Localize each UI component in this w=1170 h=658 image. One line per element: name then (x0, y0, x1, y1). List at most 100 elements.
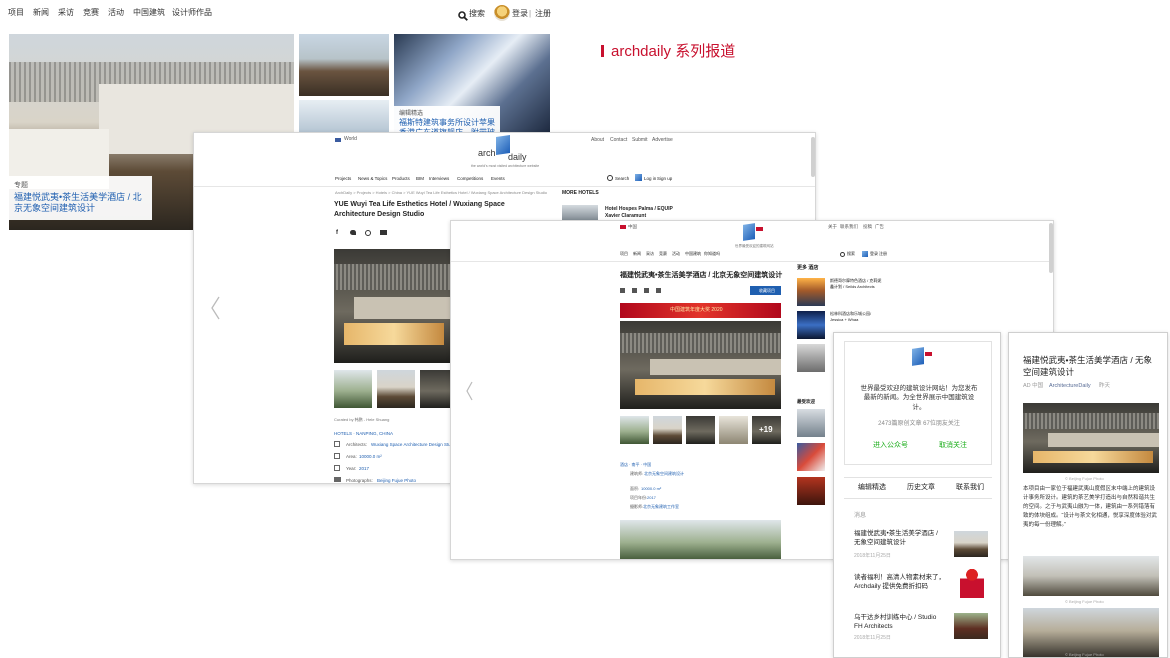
register-link[interactable]: 注册 (535, 9, 551, 18)
cn-thumb-4[interactable] (719, 416, 748, 444)
nav-bim[interactable]: BIM (416, 176, 424, 181)
nav-item-designer-works[interactable]: 设计师作品 (172, 8, 212, 17)
cn-thumb-1[interactable] (620, 416, 649, 444)
wechat-logo[interactable] (912, 347, 934, 368)
cn-rec-thumb-1[interactable] (797, 409, 825, 437)
cn-print-icon[interactable] (632, 288, 637, 293)
nav-projects[interactable]: Projects (335, 176, 351, 181)
cn-bookmark-icon[interactable] (644, 288, 649, 293)
nav-item-competitions[interactable]: 竞赛 (83, 8, 99, 17)
en-signup-link[interactable]: Sign up (657, 176, 672, 181)
message-item-1[interactable]: 福建悦武夷•茶生活美学酒店 / 无象空间建筑设计 2018年11月25日 (854, 529, 994, 565)
top-link-advertise[interactable]: Advertise (652, 137, 673, 144)
cn-top-link-contact[interactable]: 联系我们 (840, 224, 858, 229)
tab-history[interactable]: 历史文章 (907, 484, 935, 492)
nav-products[interactable]: Products (392, 176, 410, 181)
pinterest-icon[interactable] (365, 230, 371, 236)
facebook-icon[interactable]: f (336, 230, 338, 236)
cn-signup-link[interactable]: 注册 (879, 251, 887, 257)
region-label[interactable]: World (344, 136, 357, 143)
message-item-2[interactable]: 读者福利！高清人物素材来了，Archdaily 提供免费折扣码 (854, 569, 994, 607)
avatar[interactable] (494, 5, 510, 21)
top-link-contact[interactable]: Contact (610, 137, 627, 144)
nav-item-events[interactable]: 活动 (108, 8, 124, 17)
cn-thumb-2[interactable] (653, 416, 682, 444)
nav-interviews[interactable]: Interviews (429, 176, 449, 181)
cn-more-item-2[interactable]: 松林科酒店和乐城公园/ Jessica + Whaa (830, 311, 882, 322)
nav-competitions[interactable]: Competitions (457, 176, 483, 181)
cn-nav-china[interactable]: 中国建筑 (685, 251, 701, 257)
tab-editor-picks[interactable]: 编辑精选 (858, 484, 886, 492)
cn-grid-icon[interactable] (620, 288, 625, 293)
nav-item-china[interactable]: 中国建筑 (133, 8, 165, 17)
en-more-item[interactable]: Hotel Hospes Palma / EQUIP Xavier Claram… (605, 206, 680, 220)
login-link[interactable]: 登录 (512, 9, 528, 18)
cn-nav-interviews[interactable]: 采访 (646, 251, 654, 257)
en-prev-arrow-icon[interactable] (210, 296, 220, 320)
en-login-link[interactable]: Log in (644, 176, 656, 181)
cn-location[interactable]: 酒店 · 南平 · 中国 (620, 462, 651, 468)
cn-second-image[interactable] (620, 520, 781, 559)
unfollow-button[interactable]: 取消关注 (939, 442, 967, 450)
archdaily-logo[interactable]: arch daily (478, 135, 538, 166)
nav-item-interviews[interactable]: 采访 (58, 8, 74, 17)
spec-architects-value[interactable]: Wuxiang Space Architecture Design Studio (371, 442, 457, 447)
search-link[interactable]: 搜索 (469, 9, 485, 18)
spec-year-value[interactable]: 2017 (359, 466, 369, 471)
cn-rec-thumb-2[interactable] (797, 443, 825, 471)
en-thumb-1[interactable] (334, 370, 372, 408)
cn-login-icon[interactable] (862, 251, 868, 257)
cn-nav-competitions[interactable]: 竞赛 (659, 251, 667, 257)
thumb-image-2[interactable] (299, 100, 389, 132)
top-link-submit[interactable]: Submit (632, 137, 648, 144)
cn-search-link[interactable]: 搜索 (847, 251, 855, 257)
article-image-2[interactable] (1023, 556, 1159, 596)
cn-top-link-ads[interactable]: 广告 (875, 224, 884, 229)
mail-icon[interactable] (380, 230, 387, 235)
cn-share-icon[interactable] (656, 288, 661, 293)
cn-award-banner[interactable]: 中国建筑年度大奖 2020 (620, 303, 781, 318)
nav-item-news[interactable]: 新闻 (33, 8, 49, 17)
top-link-about[interactable]: About (591, 137, 604, 144)
cn-nav-news[interactable]: 新闻 (633, 251, 641, 257)
twitter-icon[interactable] (350, 230, 356, 235)
nav-news-topics[interactable]: News & Topics (358, 176, 387, 181)
tab-contact[interactable]: 联系我们 (956, 484, 984, 492)
en-breadcrumb[interactable]: ArchDaily > Projects > Hotels > China > … (335, 190, 547, 196)
cn-search-icon[interactable] (840, 252, 845, 257)
spec-area-value[interactable]: 10000.0 m² (359, 454, 382, 459)
en-thumb-3[interactable] (420, 370, 452, 408)
cn-spec-photo-value[interactable]: 北京无象建筑工作室 (643, 504, 679, 510)
cn-thumb-more[interactable]: +19 (752, 416, 781, 444)
cn-thumb-3[interactable] (686, 416, 715, 444)
cn-logo[interactable] (743, 223, 765, 242)
search-icon[interactable] (458, 8, 468, 21)
cn-spec-area-value[interactable]: 10000.0 m² (641, 486, 661, 492)
cn-spec-year-value[interactable]: 2017 (647, 495, 656, 501)
en-scrollbar[interactable] (811, 137, 815, 177)
en-login-icon[interactable] (635, 174, 642, 181)
cn-top-link-about[interactable]: 关于 (828, 224, 837, 229)
en-location[interactable]: HOTELS · NANPING, CHINA (334, 431, 393, 436)
cn-more-thumb-3[interactable] (797, 344, 825, 372)
cn-scrollbar[interactable] (1049, 223, 1053, 273)
sub-caption-box[interactable]: 编辑精选 福斯特建筑事务所设计苹果香港广东道旗舰店，附带玻璃平台 (394, 106, 500, 132)
en-main-image[interactable] (334, 249, 452, 363)
cn-more-thumb-2[interactable] (797, 311, 825, 339)
cn-nav-events[interactable]: 活动 (672, 251, 680, 257)
article-image-1[interactable] (1023, 403, 1159, 473)
nav-events[interactable]: Events (491, 176, 505, 181)
cn-prev-arrow-icon[interactable] (465, 381, 473, 401)
en-search-link[interactable]: Search (615, 176, 629, 181)
cn-top-link-submit[interactable]: 投稿 (863, 224, 872, 229)
cn-save-button[interactable]: 收藏项目 (750, 286, 781, 295)
en-more-thumb[interactable] (562, 205, 598, 221)
cn-more-item-1[interactable]: 斯德哥尔摩特色酒店 / 克莉妮鑫计划 / Seilds Architects (830, 278, 882, 289)
spec-photographs-value[interactable]: Beijing Fujue Photo (377, 478, 416, 483)
nav-item-projects[interactable]: 项目 (8, 8, 24, 17)
cn-nav-didyouknow[interactable]: 你知道吗 (704, 251, 720, 257)
cn-nav-projects[interactable]: 项目 (620, 251, 628, 257)
cn-more-thumb-1[interactable] (797, 278, 825, 306)
cn-login-link[interactable]: 登录 (870, 251, 878, 257)
cn-rec-thumb-3[interactable] (797, 477, 825, 505)
